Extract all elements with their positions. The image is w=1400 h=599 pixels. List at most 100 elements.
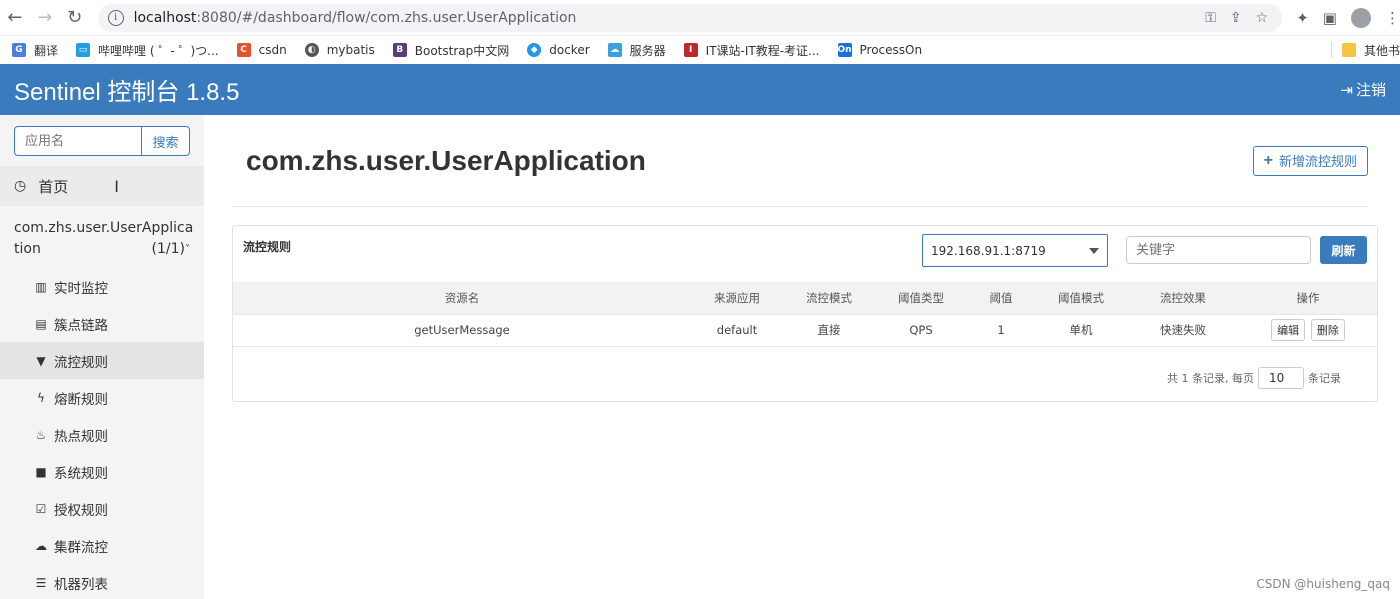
th-list-icon: ☰ xyxy=(35,575,47,590)
menu-icon[interactable]: ⋮ xyxy=(1385,9,1400,27)
edit-button[interactable]: 编辑 xyxy=(1271,319,1306,342)
page-header: com.zhs.user.UserApplication + 新增流控规则 xyxy=(232,115,1368,207)
cell-mode: 直接 xyxy=(783,313,875,346)
translate-icon: G xyxy=(12,43,26,57)
machine-select[interactable]: 192.168.91.1:8719 xyxy=(922,234,1108,267)
filter-icon: ▼ xyxy=(36,353,46,368)
col-grade: 阈值类型 xyxy=(898,290,944,305)
browser-toolbar: ← → ↻ i localhost:8080/#/dashboard/flow/… xyxy=(0,0,1400,36)
bookmark-separator xyxy=(1330,42,1332,58)
fire-icon: ♨ xyxy=(35,427,47,442)
sidepanel-icon[interactable]: ▣ xyxy=(1323,9,1337,27)
star-icon[interactable]: ☆ xyxy=(1256,10,1269,26)
key-icon[interactable]: ⚿ xyxy=(1205,10,1216,26)
bookmark-8[interactable]: On ProcessOn xyxy=(837,43,922,57)
folder-icon xyxy=(1341,43,1356,57)
app-search-button[interactable]: 搜索 xyxy=(141,126,190,156)
page-size-input[interactable]: 10 xyxy=(1258,367,1304,389)
logout-link[interactable]: ⇥ 注销 xyxy=(1340,79,1386,100)
processon-icon: On xyxy=(837,43,852,57)
panel-header: 流控规则 192.168.91.1:8719 刷新 xyxy=(233,226,1377,282)
flow-rules-table: 资源名 来源应用 流控模式 阈值类型 阈值 阈值模式 流控效果 操作 getUs… xyxy=(233,282,1377,346)
cell-actions: 编辑 删除 xyxy=(1239,313,1377,346)
sidebar-item-metric[interactable]: ▥ 实时监控 xyxy=(0,268,204,305)
col-cluster: 阈值模式 xyxy=(1058,290,1104,305)
flash-icon: ϟ xyxy=(37,390,45,405)
app-search-input[interactable] xyxy=(14,126,141,156)
cell-count: 1 xyxy=(967,313,1035,346)
cell-resource: getUserMessage xyxy=(233,313,691,346)
sidebar-item-paramflow[interactable]: ♨ 热点规则 xyxy=(0,416,204,453)
sidebar-item-authority[interactable]: ☑ 授权规则 xyxy=(0,490,204,527)
col-resource: 资源名 xyxy=(444,290,480,305)
profile-avatar[interactable] xyxy=(1350,7,1371,28)
cell-effect: 快速失败 xyxy=(1127,313,1239,346)
app-search: 搜索 xyxy=(0,115,204,166)
check-icon: ☑ xyxy=(35,501,47,516)
sidebar-item-system[interactable]: ■ 系统规则 xyxy=(0,453,204,490)
pager-suffix: 条记录 xyxy=(1308,372,1341,385)
col-mode: 流控模式 xyxy=(806,290,852,305)
cloud-icon: ☁ xyxy=(35,538,47,553)
share-icon[interactable]: ⇪ xyxy=(1230,10,1242,26)
forward-icon[interactable]: → xyxy=(30,3,60,33)
bookmark-0[interactable]: G 翻译 xyxy=(12,42,58,59)
bookmark-5[interactable]: ◆ docker xyxy=(527,43,590,57)
bookmark-2[interactable]: Ccsdn xyxy=(236,43,287,57)
cell-origin: default xyxy=(691,313,783,346)
bookmark-3[interactable]: ◐ mybatis xyxy=(304,43,375,57)
app-count: (1/1)˅ xyxy=(151,241,190,257)
sidebar: 搜索 ◷ 首页 I com.zhs.user.UserApplica tion … xyxy=(0,115,204,599)
caret-down-icon xyxy=(1089,247,1099,254)
app-name-line1: com.zhs.user.UserApplica xyxy=(14,220,194,236)
flow-rules-panel: 流控规则 192.168.91.1:8719 刷新 资源名 来源应用 流控模式 … xyxy=(232,225,1378,402)
cell-cluster: 单机 xyxy=(1035,313,1127,346)
table-header-row: 资源名 来源应用 流控模式 阈值类型 阈值 阈值模式 流控效果 操作 xyxy=(233,282,1377,314)
chevron-down-icon: ˅ xyxy=(185,244,190,255)
other-bookmarks[interactable]: 其他书 xyxy=(1341,42,1400,59)
bookmark-1[interactable]: ▭ 哔哩哔哩 ( ゜- ゜)つ... xyxy=(76,42,219,59)
bookmark-6[interactable]: ☁ 服务器 xyxy=(607,42,666,59)
docker-icon: ◆ xyxy=(527,43,542,57)
col-count: 阈值 xyxy=(989,290,1013,305)
app-name-line2: tion xyxy=(14,241,41,257)
reload-icon[interactable]: ↻ xyxy=(60,3,90,33)
extensions-icon[interactable]: ✦ xyxy=(1296,9,1309,27)
sidebar-item-identity[interactable]: ▤ 簇点链路 xyxy=(0,305,204,342)
plus-icon: + xyxy=(1263,151,1273,169)
address-bar[interactable]: i localhost:8080/#/dashboard/flow/com.zh… xyxy=(97,3,1283,32)
sidebar-item-flow[interactable]: ▼ 流控规则 xyxy=(0,342,204,379)
delete-button[interactable]: 删除 xyxy=(1310,319,1345,342)
bootstrap-icon: B xyxy=(392,43,407,57)
bilibili-icon: ▭ xyxy=(76,43,91,57)
bookmark-7[interactable]: I IT课站-IT教程-考证... xyxy=(683,42,820,59)
url-text[interactable]: localhost:8080/#/dashboard/flow/com.zhs.… xyxy=(134,10,577,26)
site-info-icon[interactable]: i xyxy=(107,9,124,26)
sidebar-item-cluster[interactable]: ☁ 集群流控 xyxy=(0,527,204,564)
itkz-icon: I xyxy=(683,43,698,57)
sidebar-item-home[interactable]: ◷ 首页 I xyxy=(0,166,204,206)
col-actions: 操作 xyxy=(1296,290,1320,305)
pagination: 共 1 条记录, 每页 10 条记录 xyxy=(233,346,1377,401)
sidebar-item-degrade[interactable]: ϟ 熔断规则 xyxy=(0,379,204,416)
add-flow-rule-button[interactable]: + 新增流控规则 xyxy=(1252,145,1368,176)
refresh-button[interactable]: 刷新 xyxy=(1320,236,1367,264)
pager-total: 共 1 条记录, 每页 xyxy=(1167,372,1254,385)
col-origin: 来源应用 xyxy=(714,290,760,305)
keyword-input[interactable] xyxy=(1126,236,1311,264)
app-title: Sentinel 控制台 1.8.5 xyxy=(14,79,240,106)
bar-chart-icon: ▥ xyxy=(35,279,47,294)
panel-title: 流控规则 xyxy=(243,240,292,254)
bookmarks-bar: G 翻译 ▭ 哔哩哔哩 ( ゜- ゜)つ... Ccsdn ◐ mybatis B Bo… xyxy=(0,36,1400,64)
watermark: CSDN @huisheng_qaq xyxy=(1256,577,1390,591)
main-content: com.zhs.user.UserApplication + 新增流控规则 流控… xyxy=(204,115,1400,599)
cloud-icon: ☁ xyxy=(607,43,622,57)
cell-grade: QPS xyxy=(875,313,967,346)
table-row: getUserMessage default 直接 QPS 1 单机 快速失败 … xyxy=(233,313,1377,346)
back-icon[interactable]: ← xyxy=(0,3,30,33)
bookmark-4[interactable]: B Bootstrap中文网 xyxy=(392,42,509,59)
logout-icon: ⇥ xyxy=(1340,80,1353,99)
app-header: Sentinel 控制台 1.8.5 ⇥ 注销 xyxy=(0,64,1400,115)
sidebar-app-group[interactable]: com.zhs.user.UserApplica tion (1/1)˅ xyxy=(0,206,204,268)
sidebar-item-machines[interactable]: ☰ 机器列表 xyxy=(0,564,204,599)
